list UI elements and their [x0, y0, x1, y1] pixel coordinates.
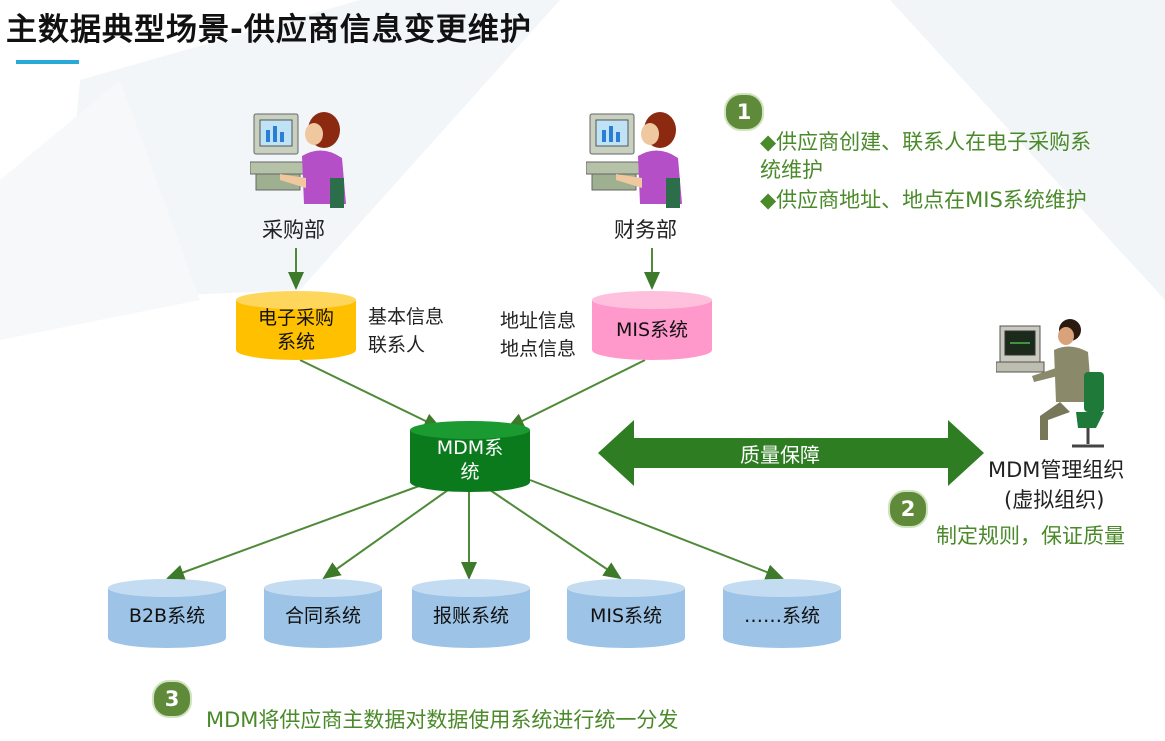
ecommerce-system-label: 电子采购 系统 [257, 307, 334, 353]
mdm-system-label: MDM系统 [436, 437, 504, 483]
note-1-line-1: ◆供应商创建、联系人在电子采购系 [760, 130, 1092, 154]
quality-assurance-label: 质量保障 [740, 443, 820, 467]
arrow-mdm-to-mis [489, 489, 622, 580]
person-at-computer-icon [250, 112, 346, 208]
note-1-line-2: 统维护 [760, 158, 823, 182]
mdm-org-label: MDM管理组织 [988, 458, 1125, 482]
arrow-mis-to-mdm [506, 359, 646, 429]
finance-dept-label: 财务部 [614, 218, 677, 242]
arrow-mdm-to-contract [322, 489, 449, 580]
step-2-badge: 2 [888, 490, 928, 528]
person-at-computer-icon [586, 112, 682, 208]
note-3-text: MDM将供应商主数据对数据使用系统进行统一分发 [206, 708, 679, 732]
downstream-system-label: 报账系统 [432, 605, 509, 627]
arrow-ecommerce-to-mdm [299, 359, 442, 429]
note-2-text: 制定规则，保证质量 [936, 524, 1125, 548]
note-1-line-3: ◆供应商地址、地点在MIS系统维护 [760, 188, 1087, 212]
purchasing-dept-label: 采购部 [262, 218, 325, 242]
step-3-badge: 3 [152, 680, 192, 718]
downstream-system-label: MIS系统 [589, 605, 663, 627]
mis-system-top-label: MIS系统 [615, 319, 689, 341]
downstream-system-label: 合同系统 [284, 605, 361, 627]
arrow-mdm-to-other [529, 479, 784, 580]
contacts-label: 联系人 [368, 334, 426, 356]
address-info-label: 地址信息 [500, 310, 577, 332]
basic-info-label: 基本信息 [368, 306, 445, 328]
mdm-org-virtual-label: (虚拟组织) [1004, 488, 1105, 512]
location-info-label: 地点信息 [500, 338, 577, 360]
downstream-system-label: ……系统 [743, 605, 820, 627]
step-1-badge: 1 [724, 93, 764, 131]
downstream-system-label: B2B系统 [128, 605, 206, 627]
manager-at-computer-icon [996, 319, 1104, 448]
